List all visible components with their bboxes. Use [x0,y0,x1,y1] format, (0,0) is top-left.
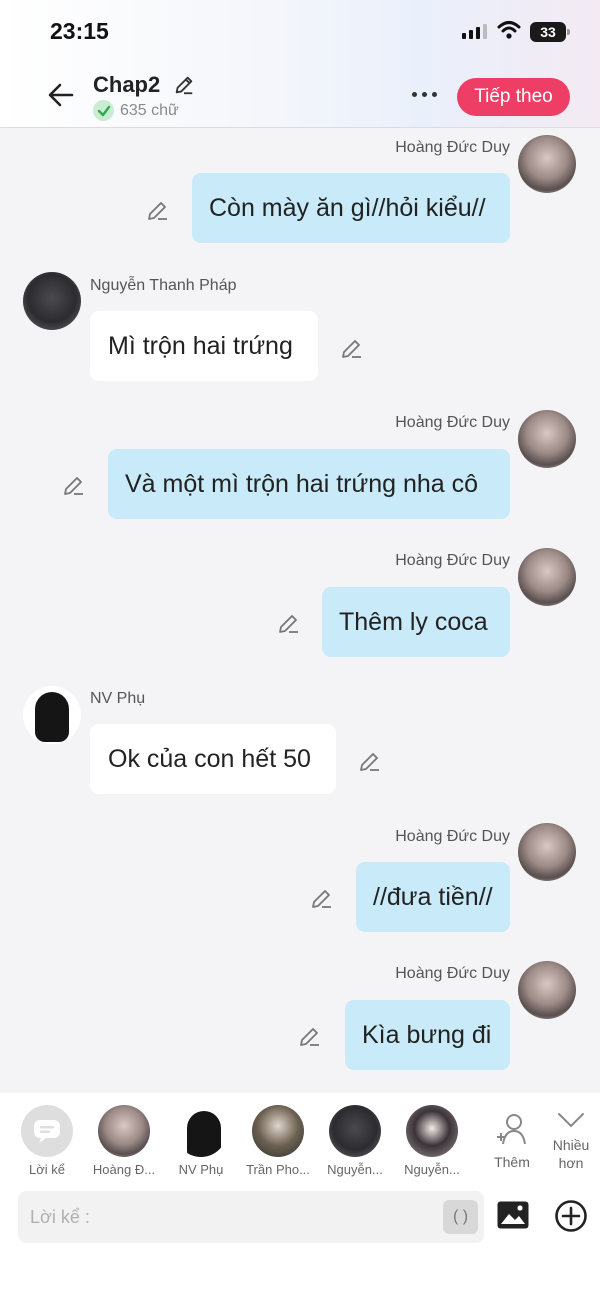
avatar [98,1105,150,1157]
character-label: Lời kể [29,1162,65,1177]
avatar[interactable] [23,686,81,744]
chat-icon [21,1105,73,1157]
sender-name: Hoàng Đức Duy [395,552,510,569]
word-count: 635 chữ [93,100,179,121]
avatar [252,1105,304,1157]
composer-panel: Lời kể Hoàng Đ... NV Phụ Trần Pho... Ngu… [0,1093,600,1299]
message-bubble[interactable]: Mì trộn hai trứng [90,311,318,381]
wifi-icon [497,21,521,39]
character-item[interactable]: Trần Pho... [243,1105,313,1177]
avatar[interactable] [518,410,576,468]
pencil-icon[interactable] [298,1024,322,1048]
avatar[interactable] [518,961,576,1019]
message-text: Ok của con hết 50 [108,744,311,773]
avatar[interactable] [23,272,81,330]
character-narrator[interactable]: Lời kể [12,1105,82,1177]
sender-name: NV Phụ [90,690,146,707]
action-paren-button[interactable]: ( ) [443,1200,478,1234]
message-text: //đưa tiền// [373,882,493,911]
character-label: Hoàng Đ... [92,1162,156,1177]
check-icon [93,100,114,121]
message-input[interactable] [18,1191,484,1243]
avatar[interactable] [518,548,576,606]
message-bubble[interactable]: Kìa bưng đi [345,1000,510,1070]
character-label: Trần Pho... [246,1162,310,1177]
sender-name: Hoàng Đức Duy [395,965,510,982]
character-label: Nguyễn... [327,1162,383,1177]
avatar [406,1105,458,1157]
sender-name: Nguyễn Thanh Pháp [90,277,237,294]
plus-circle-icon[interactable] [554,1199,588,1233]
avatar[interactable] [518,135,576,193]
pencil-icon[interactable] [310,886,334,910]
sender-name: Hoàng Đức Duy [395,828,510,845]
sender-name: Hoàng Đức Duy [395,414,510,431]
message-text: Còn mày ăn gì//hỏi kiểu// [209,193,486,222]
character-item[interactable]: Nguyễn... [320,1105,390,1177]
chapter-header: Chap2 635 chữ Tiếp theo [0,64,600,128]
more-options-label: Nhiều hơn [552,1137,590,1171]
chapter-title[interactable]: Chap2 [93,72,160,98]
character-item[interactable]: Nguyễn... [397,1105,467,1177]
pencil-icon[interactable] [173,74,195,96]
avatar [175,1105,227,1157]
pencil-icon[interactable] [277,611,301,635]
pencil-icon[interactable] [62,473,86,497]
message-bubble[interactable]: Và một mì trộn hai trứng nha cô [108,449,510,519]
more-dots-icon[interactable] [412,92,437,97]
message-bubble[interactable]: //đưa tiền// [356,862,510,932]
message-bubble[interactable]: Còn mày ăn gì//hỏi kiểu// [192,173,510,243]
message-text: Thêm ly coca [339,607,488,636]
next-button[interactable]: Tiếp theo [457,78,570,116]
word-count-label: 635 chữ [120,101,179,119]
battery-icon: 33 [530,22,570,42]
chevron-down-icon [558,1113,584,1128]
avatar [329,1105,381,1157]
message-text: Mì trộn hai trứng [108,331,293,360]
add-character-label: Thêm [494,1154,530,1170]
signal-icon [462,24,487,39]
character-label: Nguyễn... [404,1162,460,1177]
status-bar: 23:15 33 [0,0,600,64]
pencil-icon[interactable] [358,749,382,773]
character-item[interactable]: Hoàng Đ... [89,1105,159,1177]
sender-name: Hoàng Đức Duy [395,139,510,156]
message-text: Và một mì trộn hai trứng nha cô [125,469,479,498]
more-options-button[interactable]: Nhiều hơn [546,1109,596,1172]
character-label: NV Phụ [178,1162,224,1177]
add-character-button[interactable]: Thêm [489,1111,535,1170]
message-text: Kìa bưng đi [362,1020,492,1049]
pencil-icon[interactable] [340,336,364,360]
pencil-icon[interactable] [146,198,170,222]
image-icon[interactable] [496,1200,530,1230]
back-arrow-icon[interactable] [46,80,76,110]
message-bubble[interactable]: Thêm ly coca [322,587,510,657]
message-bubble[interactable]: Ok của con hết 50 [90,724,336,794]
avatar[interactable] [518,823,576,881]
status-time: 23:15 [50,18,109,44]
person-add-icon [497,1114,526,1145]
character-item[interactable]: NV Phụ [166,1105,236,1177]
